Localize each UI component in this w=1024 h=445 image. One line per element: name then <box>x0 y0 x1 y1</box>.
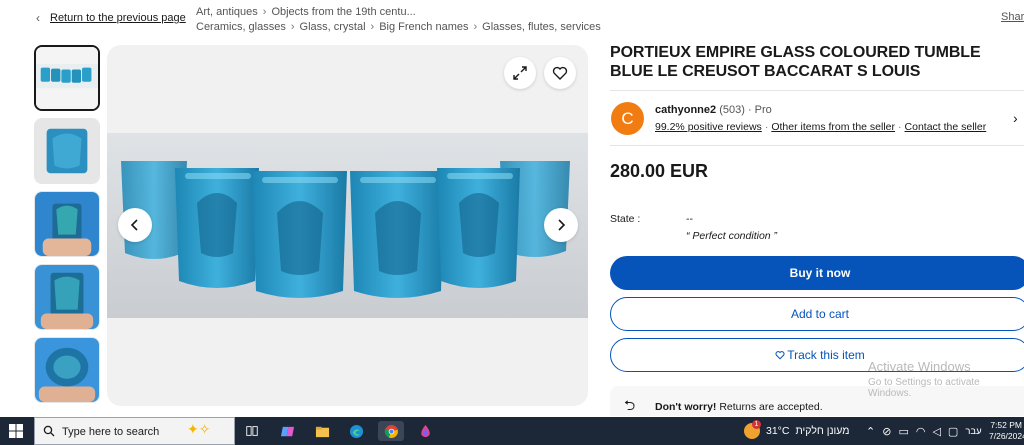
glass-base-thumb-image <box>35 338 99 402</box>
share-link[interactable]: Share <box>1001 11 1024 23</box>
ebay-listing-page: ‹ Return to the previous page Art, antiq… <box>0 0 1024 445</box>
breadcrumb-item[interactable]: Big French names <box>379 21 468 33</box>
weather-description: מעונן חלקית <box>795 425 850 437</box>
activate-windows-watermark: Activate Windows Go to Settings to activ… <box>868 359 1024 399</box>
contact-seller-link[interactable]: Contact the seller <box>905 121 987 133</box>
thumbnail-2[interactable] <box>34 118 100 184</box>
thumbnail-5[interactable] <box>34 337 100 403</box>
returns-bold: Don't worry! <box>655 401 717 413</box>
avatar[interactable]: C <box>611 102 644 135</box>
breadcrumb-separator: › <box>473 21 478 33</box>
back-link-label[interactable]: Return to the previous page <box>50 12 186 24</box>
search-highlight-icon: ✦✧ <box>187 421 211 437</box>
return-icon: ⮌ <box>624 397 636 413</box>
windows-logo-icon[interactable] <box>9 424 23 438</box>
weather-icon: 1 <box>744 420 761 439</box>
seller-name[interactable]: cathyonne2 <box>655 104 716 116</box>
separator-dot: · <box>898 121 902 133</box>
clock-time: 7:52 PM <box>990 420 1022 430</box>
condition-description: “ Perfect condition ” <box>686 230 778 242</box>
file-explorer-icon[interactable] <box>312 421 332 441</box>
breadcrumb-item[interactable]: Glass, crystal <box>300 21 366 33</box>
heart-outline-icon <box>775 351 785 360</box>
taskbar-search-box[interactable]: Type here to search ✦✧ <box>34 417 235 445</box>
buy-now-label: Buy it now <box>789 266 851 280</box>
returns-text: Don't worry! Returns are accepted. <box>655 401 823 413</box>
favorite-button[interactable] <box>544 57 576 89</box>
seller-badge: · Pro <box>747 104 772 116</box>
heart-icon <box>552 66 568 80</box>
thumbnail-4[interactable] <box>34 264 100 330</box>
seller-rating-count: (503) <box>719 104 745 116</box>
add-to-cart-button[interactable]: Add to cart <box>610 297 1024 331</box>
main-image-viewer[interactable] <box>107 45 588 406</box>
seller-card[interactable]: C cathyonne2 (503) · Pro 99.2% positive … <box>610 90 1024 146</box>
chevron-right-icon <box>558 219 566 231</box>
glasses-photo <box>107 133 588 318</box>
windows-taskbar: Type here to search ✦✧ 1 31°C מעונן חלקי… <box>0 417 1024 445</box>
chevron-left-icon <box>130 219 138 231</box>
condition-value: -- <box>686 213 693 225</box>
add-to-cart-label: Add to cart <box>790 307 850 321</box>
paint-app-icon[interactable] <box>415 421 435 441</box>
expand-icon <box>513 66 527 80</box>
network-off-icon[interactable]: ⊘ <box>882 425 891 438</box>
thumbnail-3[interactable] <box>34 191 100 257</box>
wifi-icon[interactable]: ◠ <box>916 425 926 438</box>
breadcrumb: Art, antiques › Objects from the 19th cent… <box>196 5 601 35</box>
chevron-left-icon: ‹ <box>36 11 40 25</box>
expand-button[interactable] <box>504 57 536 89</box>
item-title: PORTIEUX EMPIRE GLASS COLOURED TUMBLE BL… <box>610 44 981 80</box>
task-view-icon[interactable] <box>242 421 262 441</box>
condition-label: State : <box>610 213 641 225</box>
item-price: 280.00 EUR <box>610 161 709 181</box>
weather-widget[interactable]: 1 31°C מעונן חלקית <box>744 417 850 445</box>
thumbnail-1[interactable] <box>34 45 100 111</box>
breadcrumb-item[interactable]: Ceramics, glasses <box>196 21 286 33</box>
glass-hand-thumb-image <box>35 192 99 256</box>
breadcrumb-row: Art, antiques › Objects from the 19th cent… <box>196 5 601 20</box>
chevron-up-icon[interactable]: ⌃ <box>866 425 875 438</box>
returns-detail: Returns are accepted. <box>716 401 823 413</box>
glass-hand-thumb-image <box>35 265 99 329</box>
copilot-icon[interactable] <box>277 421 297 441</box>
breadcrumb-item[interactable]: Art, antiques <box>196 6 258 18</box>
battery-icon[interactable]: ▭ <box>898 425 908 438</box>
search-icon <box>43 425 55 437</box>
thumbnail-strip <box>34 45 100 410</box>
back-link[interactable]: ‹ Return to the previous page <box>36 11 186 25</box>
breadcrumb-item[interactable]: Objects from the 19th centu... <box>271 6 415 18</box>
previous-image-button[interactable] <box>118 208 152 242</box>
other-items-link[interactable]: Other items from the seller <box>771 121 895 133</box>
breadcrumb-separator: › <box>262 6 267 18</box>
clock-date: 7/26/2024 <box>989 431 1024 441</box>
seller-links: 99.2% positive reviews · Other items from … <box>655 121 986 133</box>
separator-dot: · <box>764 121 769 133</box>
watermark-subtitle: Go to Settings to activate Windows. <box>868 377 980 399</box>
breadcrumb-item[interactable]: Glasses, flutes, services <box>482 21 601 33</box>
volume-icon[interactable]: ◁ <box>932 425 940 438</box>
language-indicator[interactable]: עבר <box>965 426 981 437</box>
breadcrumb-separator: › <box>290 21 295 33</box>
weather-temperature: 31°C <box>766 425 790 437</box>
system-tray: ⌃ ⊘ ▭ ◠ ◁ ▢ עבר <box>866 417 982 445</box>
system-clock[interactable]: 7:52 PM 7/26/2024 <box>989 420 1024 442</box>
watermark-title: Activate Windows <box>868 359 971 374</box>
chrome-browser-icon[interactable] <box>378 421 404 441</box>
watch-item-label: Track this item <box>787 348 865 362</box>
glass-set-thumb-image <box>36 47 98 109</box>
weather-alert-badge: 1 <box>752 420 761 429</box>
positive-reviews-link[interactable]: 99.2% positive reviews <box>655 121 762 133</box>
next-image-button[interactable] <box>544 208 578 242</box>
display-icon[interactable]: ▢ <box>948 425 958 438</box>
seller-name-line: cathyonne2 (503) · Pro <box>655 104 772 116</box>
breadcrumb-row: Ceramics, glasses › Glass, crystal › Big Fre… <box>196 20 601 35</box>
glass-thumb-image <box>35 119 99 183</box>
edge-browser-icon[interactable] <box>346 421 366 441</box>
chevron-right-icon[interactable]: › <box>1013 110 1018 126</box>
taskbar-search-placeholder: Type here to search <box>62 426 160 438</box>
breadcrumb-separator: › <box>370 21 375 33</box>
buy-now-button[interactable]: Buy it now <box>610 256 1024 290</box>
